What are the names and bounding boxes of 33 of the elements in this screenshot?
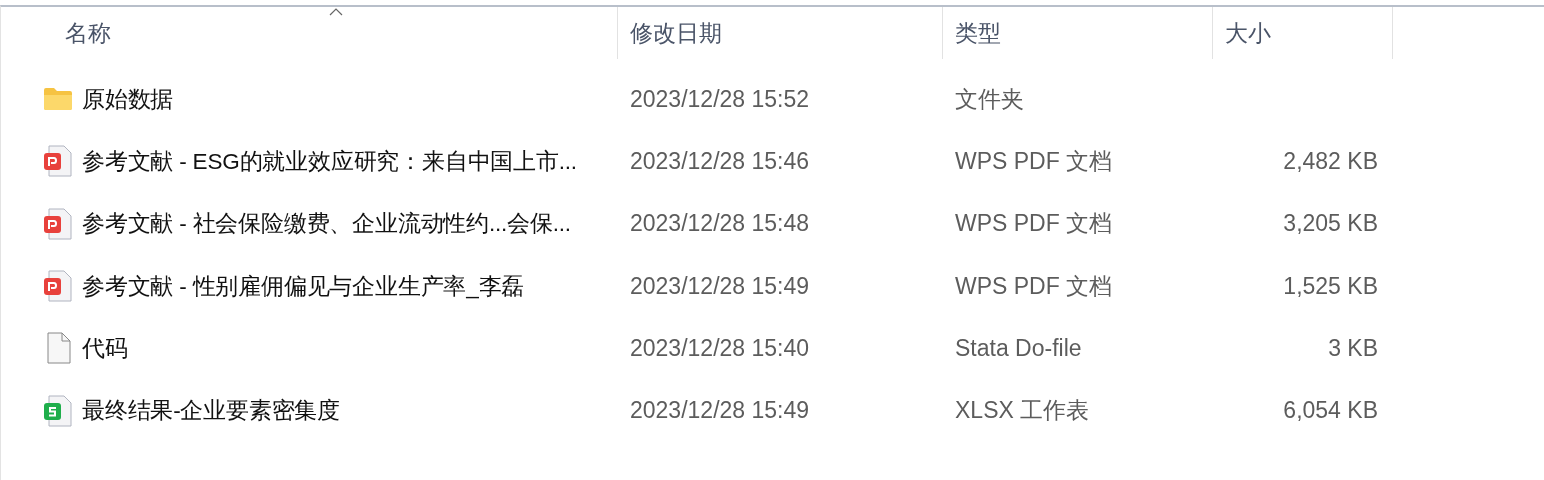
file-size: 1,525 KB: [1283, 272, 1378, 300]
pdf-file-icon: [43, 270, 73, 303]
spreadsheet-file-icon: [43, 394, 73, 427]
file-size: 3,205 KB: [1283, 210, 1378, 238]
file-name[interactable]: 参考文献 - 社会保险缴费、企业流动性约...会保...: [82, 208, 571, 240]
file-name[interactable]: 最终结果-企业要素密集度: [82, 395, 341, 427]
file-name[interactable]: 参考文献 - ESG的就业效应研究：来自中国上市...: [82, 145, 577, 177]
file-type: WPS PDF 文档: [955, 271, 1113, 301]
file-size: 3 KB: [1328, 334, 1378, 362]
file-name[interactable]: 参考文献 - 性别雇佣偏见与企业生产率_李磊: [82, 270, 525, 302]
modified-date: 2023/12/28 15:46: [630, 147, 810, 175]
file-name[interactable]: 原始数据: [82, 83, 174, 115]
modified-date: 2023/12/28 15:40: [630, 334, 810, 362]
modified-date: 2023/12/28 15:48: [630, 210, 810, 238]
column-header[interactable]: 修改日期: [618, 7, 943, 59]
modified-date: 2023/12/28 15:49: [630, 397, 810, 425]
modified-date: 2023/12/28 15:49: [630, 272, 810, 300]
file-type: 文件夹: [955, 84, 1024, 114]
file-type: WPS PDF 文档: [955, 209, 1113, 239]
column-header[interactable]: 类型: [943, 7, 1213, 59]
file-size: 6,054 KB: [1283, 397, 1378, 425]
folder-icon: [43, 87, 73, 112]
sort-ascending-icon: [329, 8, 343, 16]
pdf-file-icon: [43, 207, 73, 240]
modified-date: 2023/12/28 15:52: [630, 85, 810, 113]
file-type: XLSX 工作表: [955, 396, 1090, 426]
column-header[interactable]: 大小: [1213, 7, 1393, 59]
pdf-file-icon: [43, 145, 73, 178]
file-size: 2,482 KB: [1283, 147, 1378, 175]
file-type: WPS PDF 文档: [955, 146, 1113, 176]
file-name[interactable]: 代码: [82, 332, 128, 364]
file-type: Stata Do-file: [955, 334, 1082, 362]
column-header[interactable]: 名称: [1, 7, 618, 59]
